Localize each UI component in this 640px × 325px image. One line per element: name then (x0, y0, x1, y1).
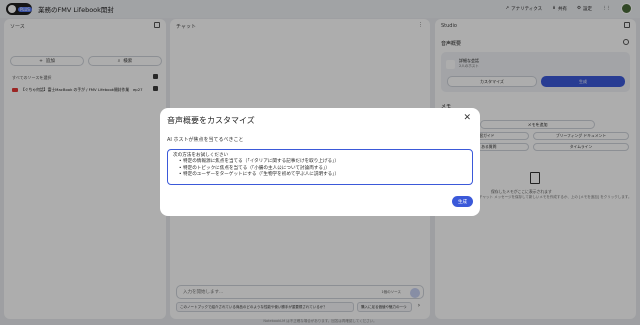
focus-textarea[interactable]: 次の方法をお試しください • 特定の情報源に焦点を当てる（「イタリアに関する記事… (167, 149, 473, 185)
dialog-generate-button[interactable]: 生成 (452, 196, 473, 207)
dialog-title: 音声概要をカスタマイズ (167, 116, 255, 125)
prompt-label: AI ホストが焦点を当てるべきこと (167, 137, 244, 143)
customize-dialog: 音声概要をカスタマイズ ✕ AI ホストが焦点を当てるべきこと 次の方法をお試し… (160, 108, 480, 216)
close-icon[interactable]: ✕ (463, 114, 471, 123)
